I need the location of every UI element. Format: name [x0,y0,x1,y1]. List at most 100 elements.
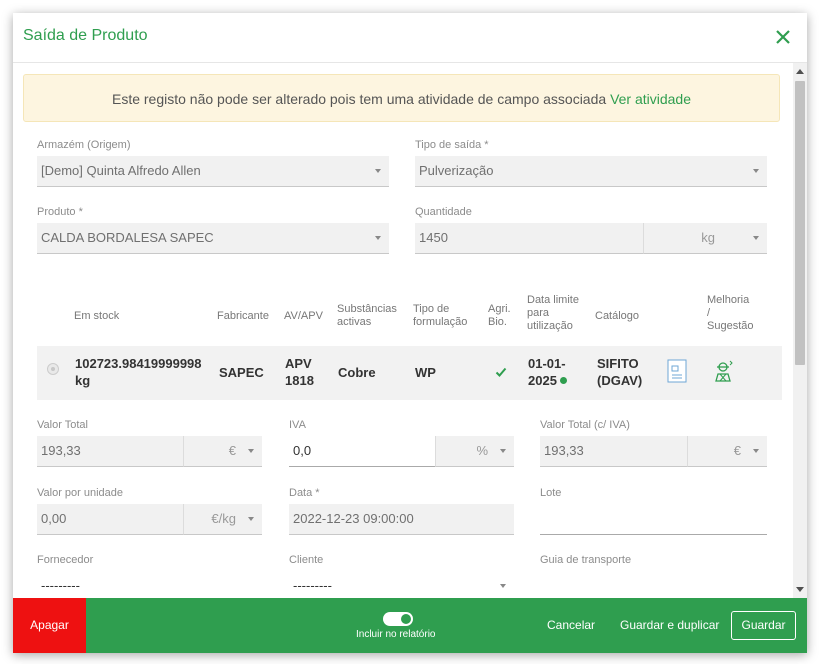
total-value-unit: € [228,443,236,458]
batch-input[interactable] [540,504,767,535]
th-formulation: Tipo de formulação [413,303,467,329]
chevron-down-icon [375,169,381,173]
scroll-thumb[interactable] [795,81,805,365]
unit-value-input[interactable]: 0,00 [37,504,183,535]
vat-input[interactable]: 0,0 [289,436,435,467]
quantity-value: 1450 [419,230,448,245]
transport-guide-label: Guia de transporte [540,554,632,566]
save-button[interactable]: Guardar [731,611,796,640]
locked-banner: Este registo não pode ser alterado pois … [23,74,780,122]
quantity-unit-select[interactable]: kg [643,223,767,254]
cell-formulation: WP [415,365,436,380]
exit-type-label: Tipo de saída * [415,139,489,151]
cell-catalog-line1: SIFITO [597,356,639,371]
quantity-unit-value: kg [701,230,715,245]
unit-value-label: Valor por unidade [37,487,124,499]
cell-manufacturer: SAPEC [219,365,264,380]
th-av: AV/APV [284,310,323,322]
th-catalog: Catálogo [595,310,640,322]
vertical-scrollbar[interactable] [793,63,807,598]
banner-text: Este registo não pode ser alterado pois … [111,91,607,107]
date-label: Data * [289,487,320,499]
vat-label: IVA [289,419,306,431]
document-icon[interactable] [666,359,688,383]
th-expiry-line3: utilização [527,320,573,332]
scroll-down-icon[interactable] [796,587,804,592]
chevron-down-icon [500,449,506,453]
date-input[interactable]: 2022-12-23 09:00:00 [289,504,514,535]
th-expiry-line1: Data limite [527,294,579,306]
th-formulation-line2: formulação [413,316,468,328]
th-substances-line2: activas [337,316,372,328]
cell-expiry-line2: 2025 [528,373,557,388]
supplier-label: Fornecedor [37,554,94,566]
chevron-down-icon [753,236,759,240]
exit-type-value: Pulverização [419,163,494,178]
unit-value-unit-select[interactable]: €/kg [183,504,262,535]
cell-stock-amount: 102723.98419999998 [75,356,202,371]
vat-unit-select[interactable]: % [435,436,514,467]
product-value: CALDA BORDALESA SAPEC [41,230,214,245]
chevron-down-icon [248,517,254,521]
cell-expiry: 01-01- 2025 [528,355,567,389]
unit-value: 0,00 [41,511,67,526]
total-value-label: Valor Total [37,419,88,431]
include-report-toggle[interactable] [383,612,413,626]
warehouse-select[interactable]: [Demo] Quinta Alfredo Allen [37,156,389,187]
chevron-down-icon [753,449,759,453]
th-suggestion-line1: Melhoria [707,294,750,306]
view-activity-link[interactable]: Ver atividade [610,91,691,107]
th-expiry: Data limite para utilização [527,294,579,333]
cell-stock-unit: kg [75,373,91,388]
check-icon [495,367,507,377]
vat-unit: % [476,443,488,458]
close-icon[interactable] [773,27,793,47]
th-formulation-line1: Tipo de [413,303,450,315]
cell-catalog: SIFITO (DGAV) [597,355,642,389]
total-vat-unit-select[interactable]: € [687,436,767,467]
total-vat-input[interactable]: 193,33 [540,436,687,467]
th-suggestion: Melhoria / Sugestão [707,294,753,333]
th-substances-line1: Substâncias [337,303,397,315]
th-manufacturer: Fabricante [217,310,269,322]
modal-title: Saída de Produto [23,27,148,44]
th-stock: Em stock [74,310,120,322]
total-vat-label: Valor Total (c/ IVA) [540,419,630,431]
vat-value: 0,0 [293,443,312,458]
th-organic-line1: Agri. [488,303,511,315]
th-suggestion-line3: Sugestão [707,320,754,332]
transport-guide-input[interactable] [540,571,767,598]
valid-dot-icon [559,377,567,384]
total-vat-value: 193,33 [544,443,584,458]
quantity-input[interactable]: 1450 [415,223,643,254]
exit-type-select[interactable]: Pulverização [415,156,767,187]
row-radio[interactable] [47,363,59,375]
cancel-button[interactable]: Cancelar [547,598,595,653]
cell-substances: Cobre [338,365,376,380]
product-select[interactable]: CALDA BORDALESA SAPEC [37,223,389,254]
cell-expiry-line1: 01-01- [528,356,566,371]
th-organic-line2: Bio. [488,316,507,328]
supplier-value: --------- [41,578,80,593]
product-label: Produto * [37,206,83,218]
total-value-input[interactable]: 193,33 [37,436,183,467]
delete-button[interactable]: Apagar [13,598,86,653]
cell-av: APV 1818 [285,355,314,389]
th-substances: Substâncias activas [337,303,397,329]
save-duplicate-button[interactable]: Guardar e duplicar [620,598,719,653]
total-value-unit-select[interactable]: € [183,436,262,467]
client-select[interactable]: --------- [289,571,514,598]
warehouse-value: [Demo] Quinta Alfredo Allen [41,163,201,178]
cell-stock: 102723.98419999998 kg [75,355,202,389]
cell-catalog-line2: (DGAV) [597,373,643,388]
modal-body: Este registo não pode ser alterado pois … [13,63,807,598]
supplier-select[interactable]: --------- [37,571,262,598]
total-vat-unit: € [733,443,741,458]
farmer-suggestion-icon[interactable] [713,359,735,383]
scroll-up-icon[interactable] [796,69,804,74]
chevron-down-icon [248,449,254,453]
chevron-down-icon [375,236,381,240]
batch-label: Lote [540,487,562,499]
cell-av-line1: APV [285,356,312,371]
chevron-down-icon [753,169,759,173]
